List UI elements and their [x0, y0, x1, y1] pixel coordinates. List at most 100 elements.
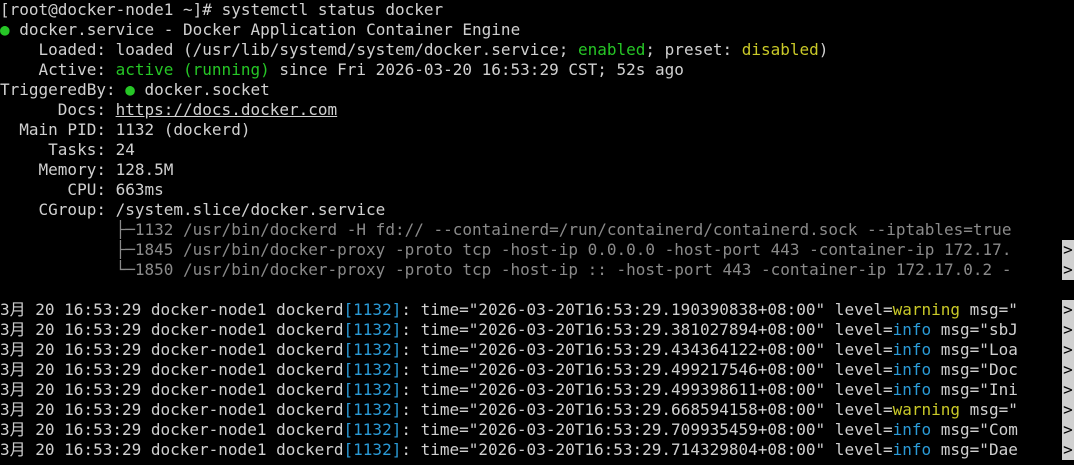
docs-link[interactable]: https://docs.docker.com [116, 100, 338, 119]
log-date-host: 3月 20 16:53:29 docker-node1 dockerd [0, 300, 344, 319]
log-entry: 3月 20 16:53:29 docker-node1 dockerd[1132… [0, 440, 1074, 460]
active-line: Active: active (running) since Fri 2026-… [0, 60, 1074, 80]
tasks-line: Tasks: 24 [0, 140, 1074, 160]
cgroup-value: /system.slice/docker.service [115, 200, 386, 219]
log-date-host: 3月 20 16:53:29 docker-node1 dockerd [0, 380, 344, 399]
tasks-value: 24 [115, 140, 135, 159]
loaded-state: enabled [577, 40, 646, 59]
overflow-arrow-icon: > [1062, 320, 1074, 340]
log-entry: 3月 20 16:53:29 docker-node1 dockerd[1132… [0, 340, 1074, 360]
tree-branch-icon: ├─ [0, 240, 135, 259]
cgroup-process-row: ├─1845 /usr/bin/docker-proxy -proto tcp … [0, 240, 1074, 260]
log-time: : time="2026-03-20T16:53:29.499398611+08… [401, 380, 893, 399]
log-level: warning [892, 400, 961, 419]
tasks-label: Tasks: [0, 140, 116, 159]
loaded-mid: ; preset: [645, 40, 742, 59]
log-msg: msg="Com [931, 420, 1018, 439]
log-level: warning [892, 300, 961, 319]
service-header: ● docker.service - Docker Application Co… [0, 20, 1074, 40]
process-command: /usr/bin/docker-proxy -proto tcp -host-i… [173, 260, 1012, 279]
log-level: info [892, 320, 932, 339]
overflow-arrow-icon: > [1062, 440, 1074, 460]
loaded-prefix: loaded (/usr/lib/systemd/system/docker.s… [115, 40, 578, 59]
log-date-host: 3月 20 16:53:29 docker-node1 dockerd [0, 340, 344, 359]
service-separator: - [154, 20, 184, 39]
overflow-arrow-icon: > [1062, 260, 1074, 280]
process-pid: 1132 [134, 220, 174, 239]
tree-branch-icon: ├─ [0, 220, 135, 239]
log-pid: [1132] [343, 420, 402, 439]
process-command: /usr/bin/docker-proxy -proto tcp -host-i… [173, 240, 1012, 259]
log-msg: msg=" [960, 400, 1018, 419]
log-entry: 3月 20 16:53:29 docker-node1 dockerd[1132… [0, 320, 1074, 340]
process-pid: 1850 [134, 260, 174, 279]
shell-prompt: [root@docker-node1 ~]# [0, 0, 222, 19]
log-date-host: 3月 20 16:53:29 docker-node1 dockerd [0, 360, 344, 379]
overflow-arrow-icon: > [1062, 420, 1074, 440]
docs-label: Docs: [0, 100, 116, 119]
log-time: : time="2026-03-20T16:53:29.709935459+08… [401, 420, 893, 439]
log-pid: [1132] [343, 300, 402, 319]
overflow-arrow-icon: > [1062, 380, 1074, 400]
preset-state: disabled [741, 40, 819, 59]
service-description: Docker Application Container Engine [183, 20, 521, 39]
log-level: info [892, 420, 932, 439]
log-msg: msg="sbJ [931, 320, 1018, 339]
cpu-label: CPU: [0, 180, 116, 199]
log-entry: 3月 20 16:53:29 docker-node1 dockerd[1132… [0, 420, 1074, 440]
log-pid: [1132] [343, 360, 402, 379]
log-pid: [1132] [343, 400, 402, 419]
memory-label: Memory: [0, 160, 116, 179]
log-msg: msg="Dae [931, 440, 1018, 459]
log-time: : time="2026-03-20T16:53:29.190390838+08… [401, 300, 893, 319]
cpu-value: 663ms [115, 180, 164, 199]
log-time: : time="2026-03-20T16:53:29.499217546+08… [401, 360, 893, 379]
memory-value: 128.5M [115, 160, 174, 179]
triggered-by-line: TriggeredBy: ● docker.socket [0, 80, 1074, 100]
active-since: since Fri 2026-03-20 16:53:29 CST; 52s a… [269, 60, 684, 79]
log-msg: msg="Ini [931, 380, 1018, 399]
log-entry: 3月 20 16:53:29 docker-node1 dockerd[1132… [0, 360, 1074, 380]
docs-line: Docs: https://docs.docker.com [0, 100, 1074, 120]
command-text: systemctl status docker [221, 0, 444, 19]
log-level: info [892, 440, 932, 459]
log-level: info [892, 380, 932, 399]
terminal-window[interactable]: [root@docker-node1 ~]# systemctl status … [0, 0, 1074, 465]
log-date-host: 3月 20 16:53:29 docker-node1 dockerd [0, 320, 344, 339]
log-level: info [892, 360, 932, 379]
log-pid: [1132] [343, 340, 402, 359]
service-name: docker.service [19, 20, 155, 39]
loaded-suffix: ) [818, 40, 829, 59]
log-date-host: 3月 20 16:53:29 docker-node1 dockerd [0, 440, 344, 459]
overflow-arrow-icon: > [1062, 240, 1074, 260]
overflow-arrow-icon: > [1062, 340, 1074, 360]
log-pid: [1132] [343, 380, 402, 399]
active-label: Active: [0, 60, 116, 79]
log-date-host: 3月 20 16:53:29 docker-node1 dockerd [0, 420, 344, 439]
main-pid-label: Main PID: [0, 120, 116, 139]
log-entry: 3月 20 16:53:29 docker-node1 dockerd[1132… [0, 380, 1074, 400]
log-time: : time="2026-03-20T16:53:29.668594158+08… [401, 400, 893, 419]
log-entry: 3月 20 16:53:29 docker-node1 dockerd[1132… [0, 300, 1074, 320]
log-date-host: 3月 20 16:53:29 docker-node1 dockerd [0, 400, 344, 419]
main-pid-line: Main PID: 1132 (dockerd) [0, 120, 1074, 140]
log-pid: [1132] [343, 320, 402, 339]
process-pid: 1845 [134, 240, 174, 259]
log-msg: msg="Doc [931, 360, 1018, 379]
cpu-line: CPU: 663ms [0, 180, 1074, 200]
triggered-label: TriggeredBy: [0, 80, 126, 99]
main-pid-value: 1132 (dockerd) [115, 120, 251, 139]
journal-log: 3月 20 16:53:29 docker-node1 dockerd[1132… [0, 300, 1074, 460]
memory-line: Memory: 128.5M [0, 160, 1074, 180]
cgroup-line: CGroup: /system.slice/docker.service [0, 200, 1074, 220]
cgroup-process-row: └─1850 /usr/bin/docker-proxy -proto tcp … [0, 260, 1074, 280]
log-time: : time="2026-03-20T16:53:29.381027894+08… [401, 320, 893, 339]
active-state: active (running) [115, 60, 270, 79]
overflow-arrow-icon: > [1062, 360, 1074, 380]
tree-end-icon: └─ [0, 260, 135, 279]
socket-dot-icon: ● [125, 80, 135, 99]
process-command: /usr/bin/dockerd -H fd:// --containerd=/… [173, 220, 1012, 239]
loaded-label: Loaded: [0, 40, 116, 59]
prompt-line: [root@docker-node1 ~]# systemctl status … [0, 0, 1074, 20]
loaded-line: Loaded: loaded (/usr/lib/systemd/system/… [0, 40, 1074, 60]
